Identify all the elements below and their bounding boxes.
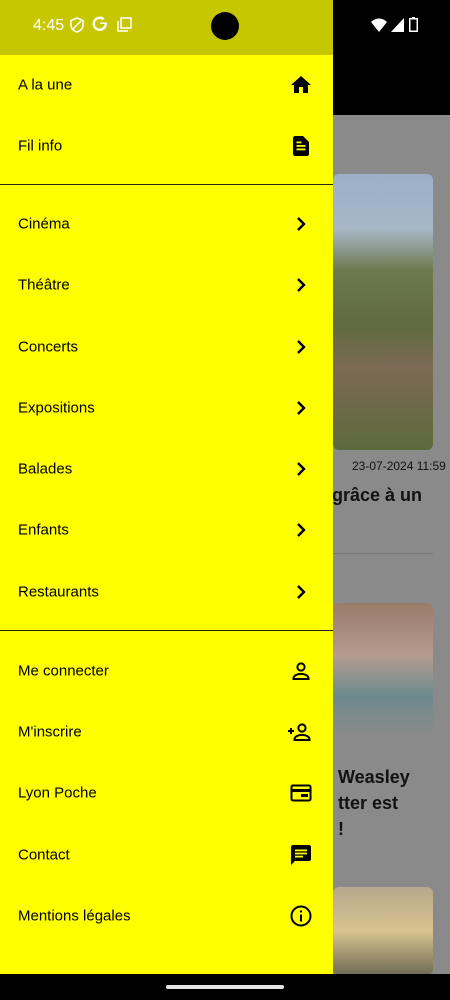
article-title-line[interactable]: ! (338, 819, 344, 840)
chevron-right-icon (289, 335, 313, 359)
menu-item-me-connecter[interactable]: Me connecter (0, 641, 333, 701)
menu-item-label: M'inscrire (18, 723, 82, 741)
menu-item-balades[interactable]: Balades (0, 439, 333, 499)
article-image[interactable] (333, 174, 433, 450)
signal-icon (391, 18, 404, 37)
menu-item-cinema[interactable]: Cinéma (0, 194, 333, 254)
status-time: 4:45 (33, 17, 65, 34)
menu-item-label: Concerts (18, 338, 79, 356)
chevron-right-icon (289, 273, 313, 297)
shield-icon (70, 17, 84, 38)
person-icon (289, 659, 313, 683)
article-image[interactable] (333, 603, 433, 735)
screenshot-icon (117, 17, 132, 37)
menu-item-label: Cinéma (18, 215, 70, 233)
menu-item-label: Enfants (18, 521, 69, 539)
menu-item-theatre[interactable]: Théâtre (0, 255, 333, 315)
camera-cutout (211, 12, 239, 40)
menu-item-fil-info[interactable]: Fil info (0, 116, 333, 176)
article-title-line[interactable]: Weasley (338, 767, 410, 788)
menu-item-mentions-legales[interactable]: Mentions légales (0, 886, 333, 946)
navigation-drawer: A la une Fil info Cinéma Théâtre Concert… (0, 55, 333, 974)
article-title-line[interactable]: tter est (338, 793, 398, 814)
article-date: 23-07-2024 11:59 (352, 459, 446, 473)
menu-item-label: A la une (18, 76, 73, 94)
chevron-right-icon (289, 212, 313, 236)
menu-divider (0, 184, 333, 185)
menu-item-label: Me connecter (18, 662, 109, 680)
menu-item-concerts[interactable]: Concerts (0, 317, 333, 377)
menu-item-label: Expositions (18, 399, 95, 417)
menu-item-expositions[interactable]: Expositions (0, 378, 333, 438)
menu-item-m-inscrire[interactable]: M'inscrire (0, 702, 333, 762)
menu-item-enfants[interactable]: Enfants (0, 500, 333, 560)
menu-item-label: Mentions légales (18, 907, 131, 925)
wifi-icon (371, 18, 387, 37)
menu-item-label: Lyon Poche (18, 784, 97, 802)
chat-icon (289, 843, 313, 867)
chevron-right-icon (289, 580, 313, 604)
article-image[interactable] (333, 887, 433, 975)
article-title[interactable]: grâce à un (332, 485, 422, 506)
person-add-icon (287, 720, 313, 744)
menu-item-restaurants[interactable]: Restaurants (0, 562, 333, 622)
menu-item-label: Restaurants (18, 583, 99, 601)
home-icon (289, 73, 313, 97)
wallet-icon (289, 781, 313, 805)
menu-item-label: Fil info (18, 137, 63, 155)
menu-item-a-la-une[interactable]: A la une (0, 55, 333, 115)
menu-item-lyon-poche[interactable]: Lyon Poche (0, 763, 333, 823)
menu-item-label: Théâtre (18, 276, 70, 294)
gesture-handle[interactable] (166, 985, 284, 989)
status-bar: 4:45 (0, 0, 333, 55)
chevron-right-icon (289, 396, 313, 420)
menu-divider (0, 630, 333, 631)
google-icon (92, 16, 108, 37)
article-icon (289, 134, 313, 158)
menu-item-label: Contact (18, 846, 70, 864)
battery-icon (409, 17, 418, 37)
chevron-right-icon (289, 518, 313, 542)
menu-item-label: Balades (18, 460, 73, 478)
menu-item-contact[interactable]: Contact (0, 825, 333, 885)
article-divider (333, 553, 433, 554)
chevron-right-icon (289, 457, 313, 481)
status-bar-right (333, 0, 450, 55)
info-icon (289, 904, 313, 928)
